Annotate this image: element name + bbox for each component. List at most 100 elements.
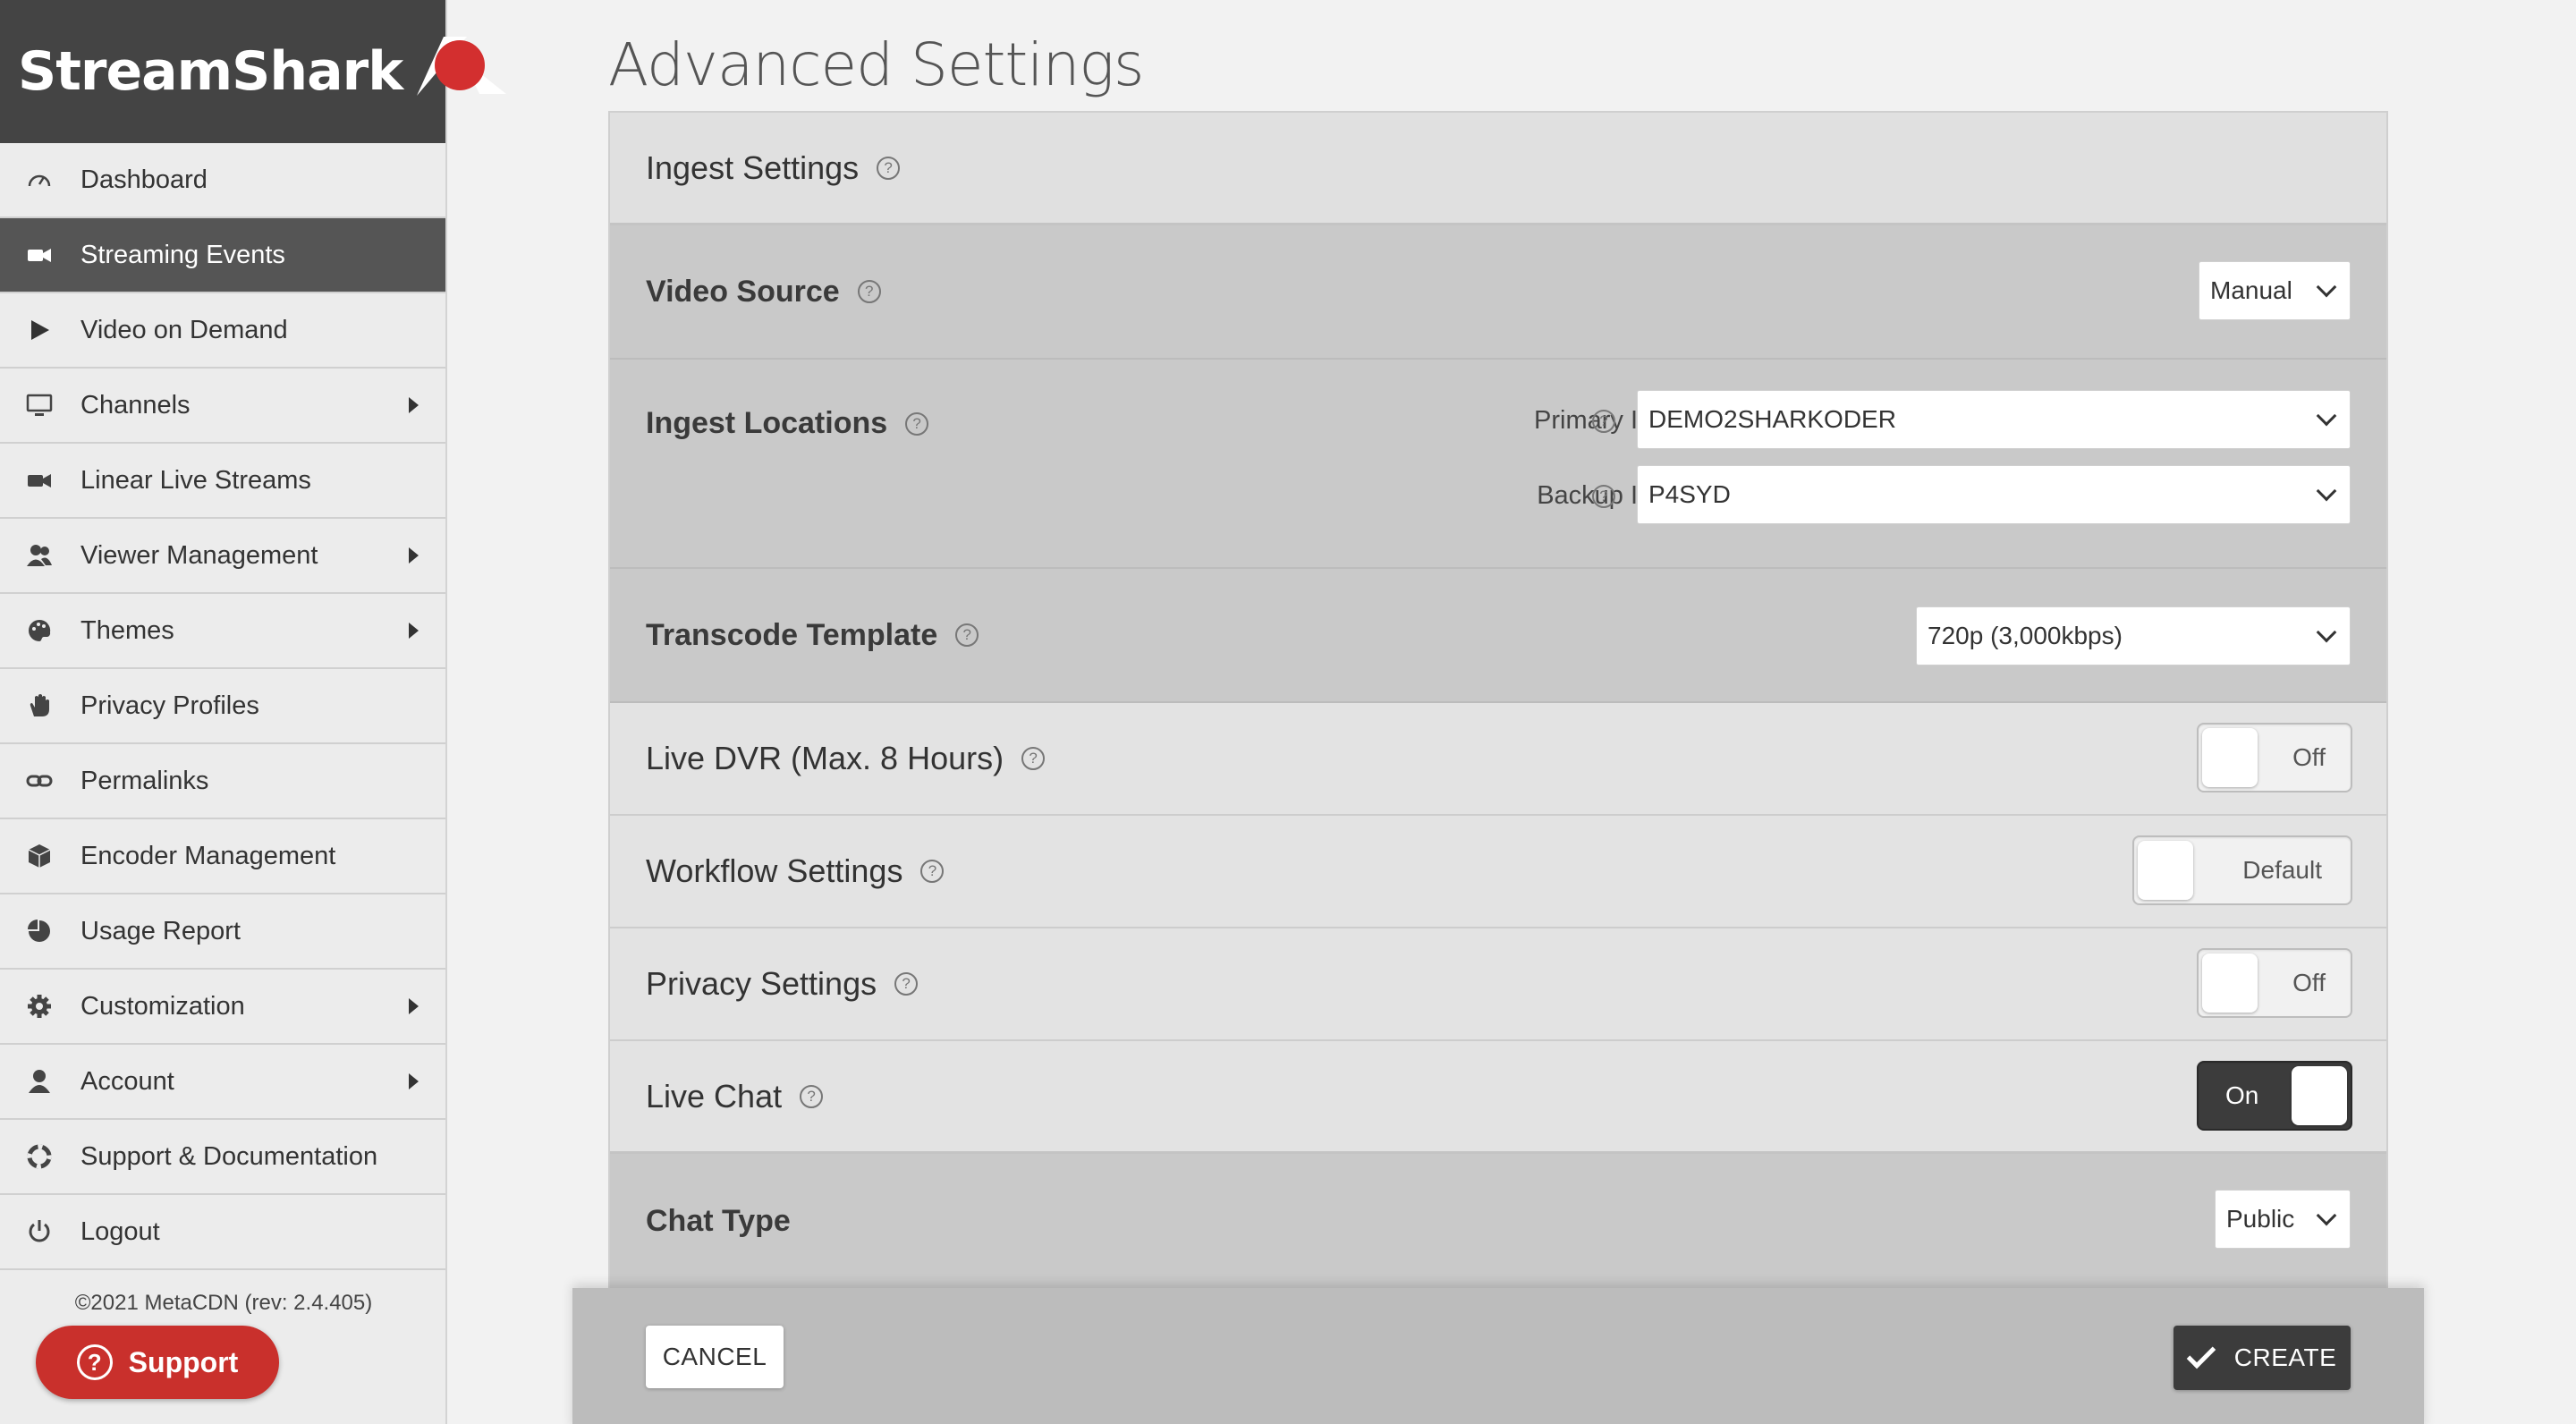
backup-ingest-select[interactable]: P4SYD <box>1637 465 2351 524</box>
workflow-settings-label: Workflow Settings <box>646 852 903 889</box>
help-icon[interactable]: ? <box>894 972 919 996</box>
sidebar-item-label: Privacy Profiles <box>80 691 259 720</box>
sidebar-item-privacy-profiles[interactable]: Privacy Profiles <box>0 669 445 744</box>
primary-ingest-value: DEMO2SHARKODER <box>1648 405 1896 433</box>
monitor-icon <box>23 389 55 421</box>
sidebar-item-streaming-events[interactable]: Streaming Events <box>0 218 445 293</box>
transcode-template-label: Transcode Template <box>646 617 938 652</box>
live-chat-label: Live Chat <box>646 1077 783 1115</box>
transcode-template-row: Transcode Template ? 720p (3,000kbps) <box>610 569 2386 703</box>
support-button[interactable]: ? Support <box>36 1326 279 1399</box>
sidebar-item-label: Video on Demand <box>80 315 288 344</box>
sidebar-item-permalinks[interactable]: Permalinks <box>0 744 445 819</box>
toggle-knob <box>2202 954 2258 1013</box>
video-source-row: Video Source ? Manual <box>610 225 2386 360</box>
sidebar-item-logout[interactable]: Logout <box>0 1195 445 1270</box>
sidebar-item-label: Account <box>80 1066 174 1096</box>
question-circle-icon: ? <box>76 1344 113 1380</box>
video-source-select[interactable]: Manual <box>2199 261 2351 320</box>
chevron-down-icon <box>2316 622 2337 643</box>
chevron-down-icon <box>2316 1205 2337 1226</box>
toggle-knob <box>2138 841 2193 900</box>
sidebar-item-themes[interactable]: Themes <box>0 594 445 669</box>
palette-icon <box>23 615 55 647</box>
help-icon[interactable]: ? <box>1592 410 1615 433</box>
caret-right-icon <box>409 397 419 413</box>
user-icon <box>23 1065 55 1098</box>
hand-icon <box>23 690 55 722</box>
play-icon <box>23 314 55 346</box>
privacy-settings-toggle[interactable]: Off <box>2197 948 2352 1018</box>
help-icon[interactable]: ? <box>800 1084 824 1108</box>
workflow-settings-state: Default <box>2242 856 2322 884</box>
ingest-locations-row: Ingest Locations ? Primary Ingest ? DEMO… <box>610 360 2386 569</box>
cancel-button-label: CANCEL <box>662 1343 767 1370</box>
live-dvr-row: Live DVR (Max. 8 Hours) ? Off <box>610 703 2386 816</box>
live-dvr-toggle[interactable]: Off <box>2197 723 2352 793</box>
toggle-knob <box>2202 728 2258 787</box>
help-icon[interactable]: ? <box>877 156 901 180</box>
logo[interactable]: StreamShark <box>0 0 507 143</box>
sidebar-item-support-documentation[interactable]: Support & Documentation <box>0 1120 445 1195</box>
video-source-value: Manual <box>2210 276 2292 304</box>
live-chat-state: On <box>2225 1081 2259 1109</box>
support-button-label: Support <box>128 1345 239 1378</box>
live-chat-row: Live Chat ? On <box>610 1041 2386 1154</box>
sidebar-item-channels[interactable]: Channels <box>0 369 445 444</box>
link-icon <box>23 765 55 797</box>
page-title: Advanced Settings <box>608 30 1144 99</box>
chat-type-select[interactable]: Public <box>2215 1190 2351 1249</box>
help-icon[interactable]: ? <box>905 411 929 436</box>
help-icon[interactable]: ? <box>1021 747 1046 770</box>
caret-right-icon <box>409 623 419 639</box>
help-icon[interactable]: ? <box>1592 485 1615 508</box>
chevron-down-icon <box>2316 480 2337 502</box>
sidebar-item-label: Themes <box>80 615 174 645</box>
action-bar: CANCEL CREATE <box>572 1288 2424 1424</box>
chat-type-label: Chat Type <box>646 1203 791 1238</box>
sidebar-item-label: Permalinks <box>80 766 209 795</box>
video-camera-icon <box>23 239 55 271</box>
sidebar-item-customization[interactable]: Customization <box>0 970 445 1045</box>
chat-type-row: Chat Type Public <box>610 1154 2386 1288</box>
privacy-settings-state: Off <box>2292 969 2326 996</box>
chevron-down-icon <box>2316 405 2337 427</box>
ingest-locations-label: Ingest Locations <box>646 406 888 440</box>
ingest-settings-title: Ingest Settings <box>646 148 860 186</box>
sidebar-item-label: Support & Documentation <box>80 1141 378 1171</box>
workflow-settings-row: Workflow Settings ? Default <box>610 816 2386 928</box>
live-chat-toggle[interactable]: On <box>2197 1061 2352 1131</box>
create-button[interactable]: CREATE <box>2174 1326 2351 1390</box>
sidebar-item-encoder-management[interactable]: Encoder Management <box>0 819 445 894</box>
sidebar-item-account[interactable]: Account <box>0 1045 445 1120</box>
cancel-button[interactable]: CANCEL <box>646 1326 784 1388</box>
pie-chart-icon <box>23 915 55 947</box>
settings-panel: Ingest Settings ? Video Source ? Manual … <box>608 111 2388 1424</box>
sidebar-item-linear-live-streams[interactable]: Linear Live Streams <box>0 444 445 519</box>
privacy-settings-row: Privacy Settings ? Off <box>610 928 2386 1041</box>
help-icon[interactable]: ? <box>955 623 979 647</box>
privacy-settings-label: Privacy Settings <box>646 965 877 1002</box>
transcode-template-select[interactable]: 720p (3,000kbps) <box>1916 606 2351 665</box>
primary-ingest-select[interactable]: DEMO2SHARKODER <box>1637 390 2351 449</box>
copyright: ©2021 MetaCDN (rev: 2.4.405) <box>74 1291 373 1315</box>
help-icon[interactable]: ? <box>920 860 945 883</box>
lifebuoy-icon <box>23 1140 55 1173</box>
live-dvr-label: Live DVR (Max. 8 Hours) <box>646 740 1004 776</box>
ingest-settings-header[interactable]: Ingest Settings ? <box>610 113 2386 225</box>
backup-ingest-value: P4SYD <box>1648 480 1731 508</box>
sidebar-item-label: Encoder Management <box>80 841 336 870</box>
sidebar-item-dashboard[interactable]: Dashboard <box>0 143 445 218</box>
video-source-label: Video Source <box>646 274 840 309</box>
sidebar-item-label: Usage Report <box>80 916 241 945</box>
caret-right-icon <box>409 1073 419 1089</box>
workflow-settings-toggle[interactable]: Default <box>2132 835 2352 905</box>
sidebar-item-video-on-demand[interactable]: Video on Demand <box>0 293 445 369</box>
sidebar-item-usage-report[interactable]: Usage Report <box>0 894 445 970</box>
logo-shark-icon <box>408 33 507 105</box>
create-button-label: CREATE <box>2233 1343 2337 1371</box>
sidebar-item-label: Viewer Management <box>80 540 318 570</box>
video-camera-icon <box>23 464 55 496</box>
help-icon[interactable]: ? <box>857 280 881 303</box>
sidebar-item-viewer-management[interactable]: Viewer Management <box>0 519 445 594</box>
